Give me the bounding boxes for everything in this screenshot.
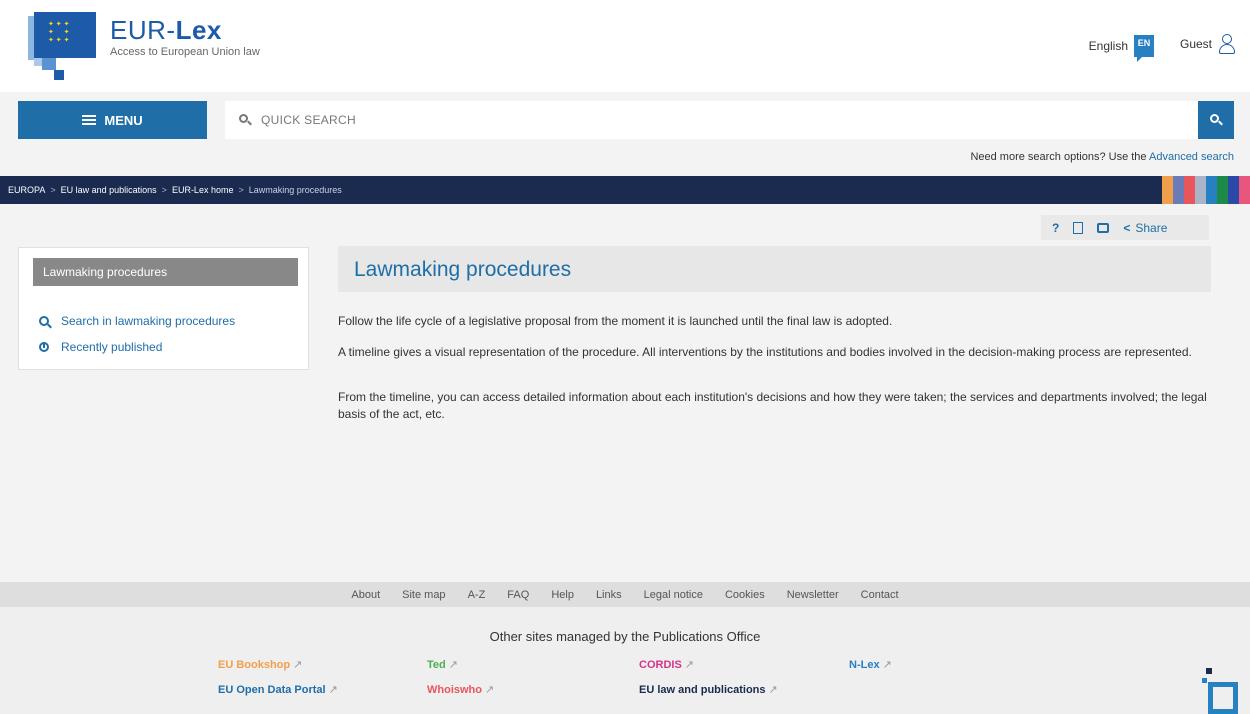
sidebar-item-label: Search in lawmaking procedures <box>61 314 236 328</box>
external-link-icon: ↗ <box>882 659 892 671</box>
hamburger-icon <box>82 115 97 125</box>
share-button[interactable]: < Share <box>1123 221 1167 235</box>
language-label: English <box>1088 39 1128 53</box>
footer-link-newsletter[interactable]: Newsletter <box>787 589 839 601</box>
footer-heading: Other sites managed by the Publications … <box>489 629 761 644</box>
share-icon: < <box>1123 220 1131 235</box>
stripe <box>1173 176 1184 204</box>
publications-office-logo-icon[interactable] <box>1202 666 1238 714</box>
advanced-search-link[interactable]: Advanced search <box>1149 151 1234 163</box>
search-icon <box>239 114 252 126</box>
details-paragraph: From the timeline, you can access detail… <box>338 390 1207 421</box>
pdf-icon[interactable] <box>1073 221 1084 234</box>
sidebar: Lawmaking procedures Search in lawmaking… <box>18 247 309 370</box>
chevron-right-icon: > <box>50 185 56 195</box>
breadcrumb-item[interactable]: EUR-Lex home <box>172 185 234 195</box>
site-link[interactable]: Whoiswho ↗ <box>427 683 494 696</box>
clock-icon <box>39 342 49 352</box>
page-tools: ? < Share <box>1041 215 1209 240</box>
footer-link-az[interactable]: A-Z <box>468 589 486 601</box>
sidebar-item-recent[interactable]: Recently published <box>39 340 162 354</box>
menu-button[interactable]: MENU <box>18 101 207 139</box>
stripe <box>1195 176 1206 204</box>
share-label: Share <box>1135 220 1168 235</box>
print-icon[interactable] <box>1097 222 1110 233</box>
brand-tagline: Access to European Union law <box>110 46 260 58</box>
timeline-paragraph: A timeline gives a visual representation… <box>338 345 1192 359</box>
site-link[interactable]: EU Open Data Portal ↗ <box>218 683 338 696</box>
external-link-icon: ↗ <box>448 659 458 671</box>
external-link-icon: ↗ <box>684 659 694 671</box>
footer-link-sitemap[interactable]: Site map <box>402 589 445 601</box>
footer-link-contact[interactable]: Contact <box>861 589 899 601</box>
menu-label: MENU <box>104 112 143 128</box>
user-menu[interactable]: Guest <box>1180 34 1236 54</box>
external-link-icon: ↗ <box>485 684 495 696</box>
brand[interactable]: EUR-Lex Access to European Union law <box>110 16 260 58</box>
breadcrumb-current: Lawmaking procedures <box>248 185 342 195</box>
footer-link-faq[interactable]: FAQ <box>507 589 529 601</box>
breadcrumb: EUROPA > EU law and publications > EUR-L… <box>0 176 1250 204</box>
external-link-icon: ↗ <box>768 684 778 696</box>
quick-search-input[interactable]: QUICK SEARCH <box>225 101 1198 139</box>
advanced-search-hint: Need more search options? Use the Advanc… <box>970 151 1234 163</box>
external-link-icon: ↗ <box>328 684 338 696</box>
footer-link-help[interactable]: Help <box>551 589 574 601</box>
user-icon <box>1218 34 1236 54</box>
stripe <box>1162 176 1173 204</box>
stripe <box>1217 176 1228 204</box>
site-link[interactable]: N-Lex ↗ <box>849 658 892 671</box>
footer-links: About Site map A-Z FAQ Help Links Legal … <box>0 582 1250 607</box>
site-link[interactable]: EU Bookshop ↗ <box>218 658 302 671</box>
user-label: Guest <box>1179 37 1212 51</box>
language-selector[interactable]: English EN <box>1088 35 1154 62</box>
chevron-right-icon: > <box>161 185 167 195</box>
footer-link-links[interactable]: Links <box>596 589 622 601</box>
stripe <box>1228 176 1239 204</box>
sidebar-item-label: Recently published <box>61 340 163 354</box>
breadcrumb-item[interactable]: EU law and publications <box>61 185 157 195</box>
intro-paragraph: Follow the life cycle of a legislative p… <box>338 314 893 328</box>
footer-link-about[interactable]: About <box>351 589 380 601</box>
site-link[interactable]: Ted ↗ <box>427 658 458 671</box>
site-link[interactable]: EU law and publications ↗ <box>639 683 778 696</box>
brand-name: EUR-Lex <box>110 15 222 45</box>
search-icon <box>39 316 49 326</box>
search-button[interactable] <box>1198 101 1234 139</box>
help-icon[interactable]: ? <box>1052 221 1059 235</box>
language-code-icon: EN <box>1134 35 1154 62</box>
breadcrumb-item[interactable]: EUROPA <box>8 185 45 195</box>
sidebar-title: Lawmaking procedures <box>33 258 298 286</box>
footer-link-cookies[interactable]: Cookies <box>725 589 765 601</box>
chevron-right-icon: > <box>238 185 244 195</box>
search-placeholder: QUICK SEARCH <box>261 113 356 127</box>
footer-link-legal[interactable]: Legal notice <box>644 589 703 601</box>
eurlex-logo-icon[interactable]: ✦ ✦ ✦ ✦ ✦ ✦ ✦ ✦ <box>16 12 96 84</box>
search-icon <box>1210 114 1223 126</box>
stripe <box>1184 176 1195 204</box>
sidebar-item-search[interactable]: Search in lawmaking procedures <box>39 314 235 328</box>
external-link-icon: ↗ <box>293 659 303 671</box>
stripe <box>1239 176 1250 204</box>
decorative-stripes <box>1162 176 1250 204</box>
stripe <box>1206 176 1217 204</box>
site-link[interactable]: CORDIS ↗ <box>639 658 694 671</box>
site-header: ✦ ✦ ✦ ✦ ✦ ✦ ✦ ✦ EUR-Lex Access to European… <box>0 0 1250 92</box>
footer: Other sites managed by the Publications … <box>0 607 1250 714</box>
page-title: Lawmaking procedures <box>338 246 1211 292</box>
